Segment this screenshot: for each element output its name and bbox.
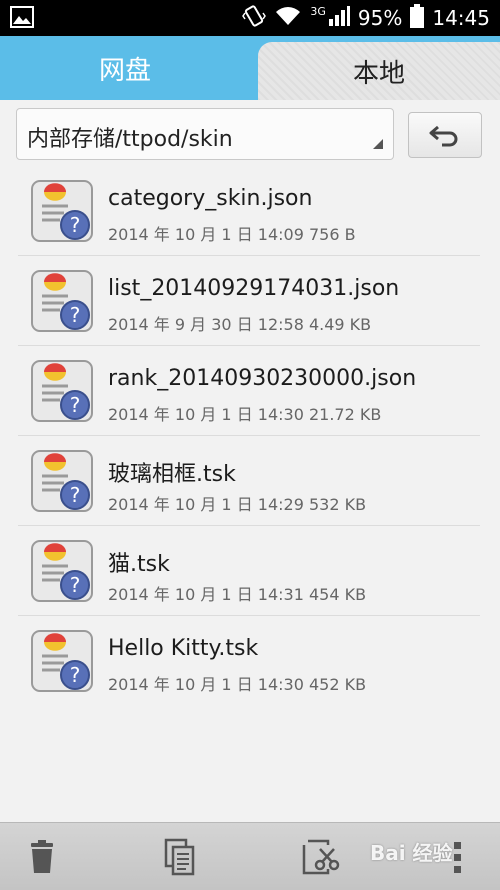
- file-meta: 2014 年 10 月 1 日 14:09 756 B: [108, 225, 356, 244]
- trash-icon[interactable]: [22, 837, 62, 877]
- status-icons: 3G 95% 14:45: [242, 0, 490, 36]
- svg-text:?: ?: [70, 393, 81, 417]
- tab-cloud[interactable]: 网盘: [0, 36, 250, 100]
- unknown-file-icon: ?: [30, 449, 98, 515]
- path-dropdown[interactable]: 内部存储/ttpod/skin: [16, 108, 394, 160]
- file-row[interactable]: ? 猫.tsk 2014 年 10 月 1 日 14:31 454 KB: [0, 526, 500, 616]
- back-arrow-icon: [429, 125, 458, 147]
- svg-text:?: ?: [70, 213, 81, 237]
- file-row[interactable]: ? Hello Kitty.tsk 2014 年 10 月 1 日 14:30 …: [0, 616, 500, 706]
- file-name: 猫.tsk: [108, 552, 170, 577]
- wifi-icon: [274, 5, 302, 32]
- signal-icon: [328, 5, 350, 32]
- file-row[interactable]: ? rank_20140930230000.json 2014 年 10 月 1…: [0, 346, 500, 436]
- svg-text:?: ?: [70, 573, 81, 597]
- gallery-icon: [10, 6, 34, 32]
- svg-text:?: ?: [70, 663, 81, 687]
- copy-icon[interactable]: [160, 837, 200, 877]
- unknown-file-icon: ?: [30, 539, 98, 605]
- back-button[interactable]: [408, 112, 482, 158]
- tab-local[interactable]: 本地: [258, 42, 500, 100]
- unknown-file-icon: ?: [30, 179, 98, 245]
- file-meta: 2014 年 9 月 30 日 12:58 4.49 KB: [108, 315, 372, 334]
- cut-icon[interactable]: [300, 837, 340, 877]
- unknown-file-icon: ?: [30, 629, 98, 695]
- more-icon[interactable]: [448, 837, 488, 877]
- dropdown-triangle-icon: [373, 139, 383, 149]
- file-list: ? category_skin.json 2014 年 10 月 1 日 14:…: [0, 166, 500, 706]
- file-row[interactable]: ? category_skin.json 2014 年 10 月 1 日 14:…: [0, 166, 500, 256]
- file-name: list_20140929174031.json: [108, 276, 400, 301]
- vibrate-icon: [242, 4, 267, 33]
- file-name: rank_20140930230000.json: [108, 366, 417, 391]
- file-meta: 2014 年 10 月 1 日 14:30 21.72 KB: [108, 405, 382, 424]
- file-name: 玻璃相框.tsk: [108, 462, 236, 487]
- battery-icon: [410, 3, 425, 33]
- file-meta: 2014 年 10 月 1 日 14:31 454 KB: [108, 585, 367, 604]
- tab-bar: 网盘 本地: [0, 36, 500, 100]
- unknown-file-icon: ?: [30, 359, 98, 425]
- file-meta: 2014 年 10 月 1 日 14:30 452 KB: [108, 675, 367, 694]
- clock: 14:45: [432, 6, 490, 30]
- file-row[interactable]: ? list_20140929174031.json 2014 年 9 月 30…: [0, 256, 500, 346]
- battery-percent: 95%: [357, 6, 403, 30]
- path-bar: 内部存储/ttpod/skin: [0, 100, 500, 166]
- path-label: 内部存储/ttpod/skin: [27, 127, 233, 152]
- svg-text:?: ?: [70, 303, 81, 327]
- watermark: Bai 经验: [370, 841, 453, 865]
- file-meta: 2014 年 10 月 1 日 14:29 532 KB: [108, 495, 367, 514]
- network-type: 3G: [310, 4, 326, 18]
- status-bar: 3G 95% 14:45: [0, 0, 500, 36]
- file-name: category_skin.json: [108, 186, 313, 211]
- bottom-toolbar: Bai 经验: [0, 822, 500, 890]
- unknown-file-icon: ?: [30, 269, 98, 335]
- file-name: Hello Kitty.tsk: [108, 636, 259, 661]
- file-row[interactable]: ? 玻璃相框.tsk 2014 年 10 月 1 日 14:29 532 KB: [0, 436, 500, 526]
- svg-text:?: ?: [70, 483, 81, 507]
